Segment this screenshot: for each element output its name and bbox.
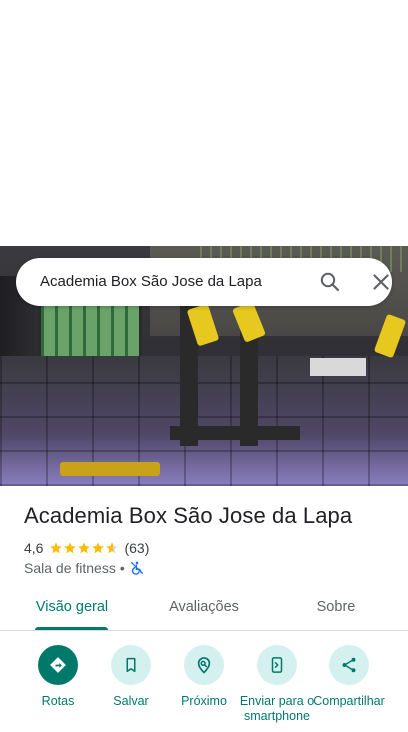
send-to-phone-button[interactable]: Enviar para o smartphone — [237, 644, 317, 724]
bookmark-icon — [111, 645, 151, 685]
share-button[interactable]: Compartilhar — [309, 644, 389, 709]
star-icon — [78, 542, 91, 554]
share-icon — [329, 645, 369, 685]
place-tabs: Visão geral Avaliações Sobre — [0, 590, 408, 631]
directions-label: Rotas — [41, 694, 75, 708]
half-star-icon — [106, 542, 119, 554]
send-to-phone-icon — [257, 645, 297, 685]
tab-about[interactable]: Sobre — [288, 590, 384, 630]
star-icon — [92, 542, 105, 554]
nearby-label: Próximo — [181, 694, 227, 708]
map-blank-area — [0, 0, 408, 246]
nearby-button[interactable]: Próximo — [164, 644, 244, 709]
photo-machine — [170, 426, 300, 440]
star-icon — [50, 542, 63, 554]
save-button[interactable]: Salvar — [91, 644, 171, 709]
share-label: Compartilhar — [313, 694, 385, 708]
rating-value: 4,6 — [24, 540, 44, 556]
photo-bench — [60, 462, 160, 476]
directions-button[interactable]: Rotas — [18, 644, 98, 709]
search-input[interactable]: Academia Box São Jose da Lapa — [40, 258, 262, 306]
wheelchair-not-accessible-icon[interactable] — [129, 560, 145, 576]
nearby-icon — [184, 645, 224, 685]
directions-icon — [38, 645, 78, 685]
save-label: Salvar — [113, 694, 149, 708]
search-bar[interactable]: Academia Box São Jose da Lapa — [16, 258, 392, 306]
close-icon[interactable] — [369, 270, 393, 294]
tab-reviews[interactable]: Avaliações — [156, 590, 252, 630]
tab-active-indicator — [35, 627, 108, 630]
star-icon — [64, 542, 77, 554]
action-buttons: Rotas Salvar Próximo Enviar para o smart… — [0, 644, 408, 732]
place-category: Sala de fitness — [24, 560, 116, 576]
rating-row[interactable]: 4,6 (63) — [24, 539, 149, 557]
separator-dot: • — [119, 560, 125, 576]
tab-overview[interactable]: Visão geral — [24, 590, 120, 630]
search-icon[interactable] — [318, 270, 342, 294]
send-to-phone-label: Enviar para o smartphone — [239, 694, 315, 723]
rating-stars — [49, 541, 119, 555]
review-count[interactable]: (63) — [124, 540, 149, 556]
category-row: Sala de fitness • — [24, 559, 145, 577]
place-title: Academia Box São Jose da Lapa — [24, 503, 353, 528]
photo-step — [310, 358, 366, 376]
